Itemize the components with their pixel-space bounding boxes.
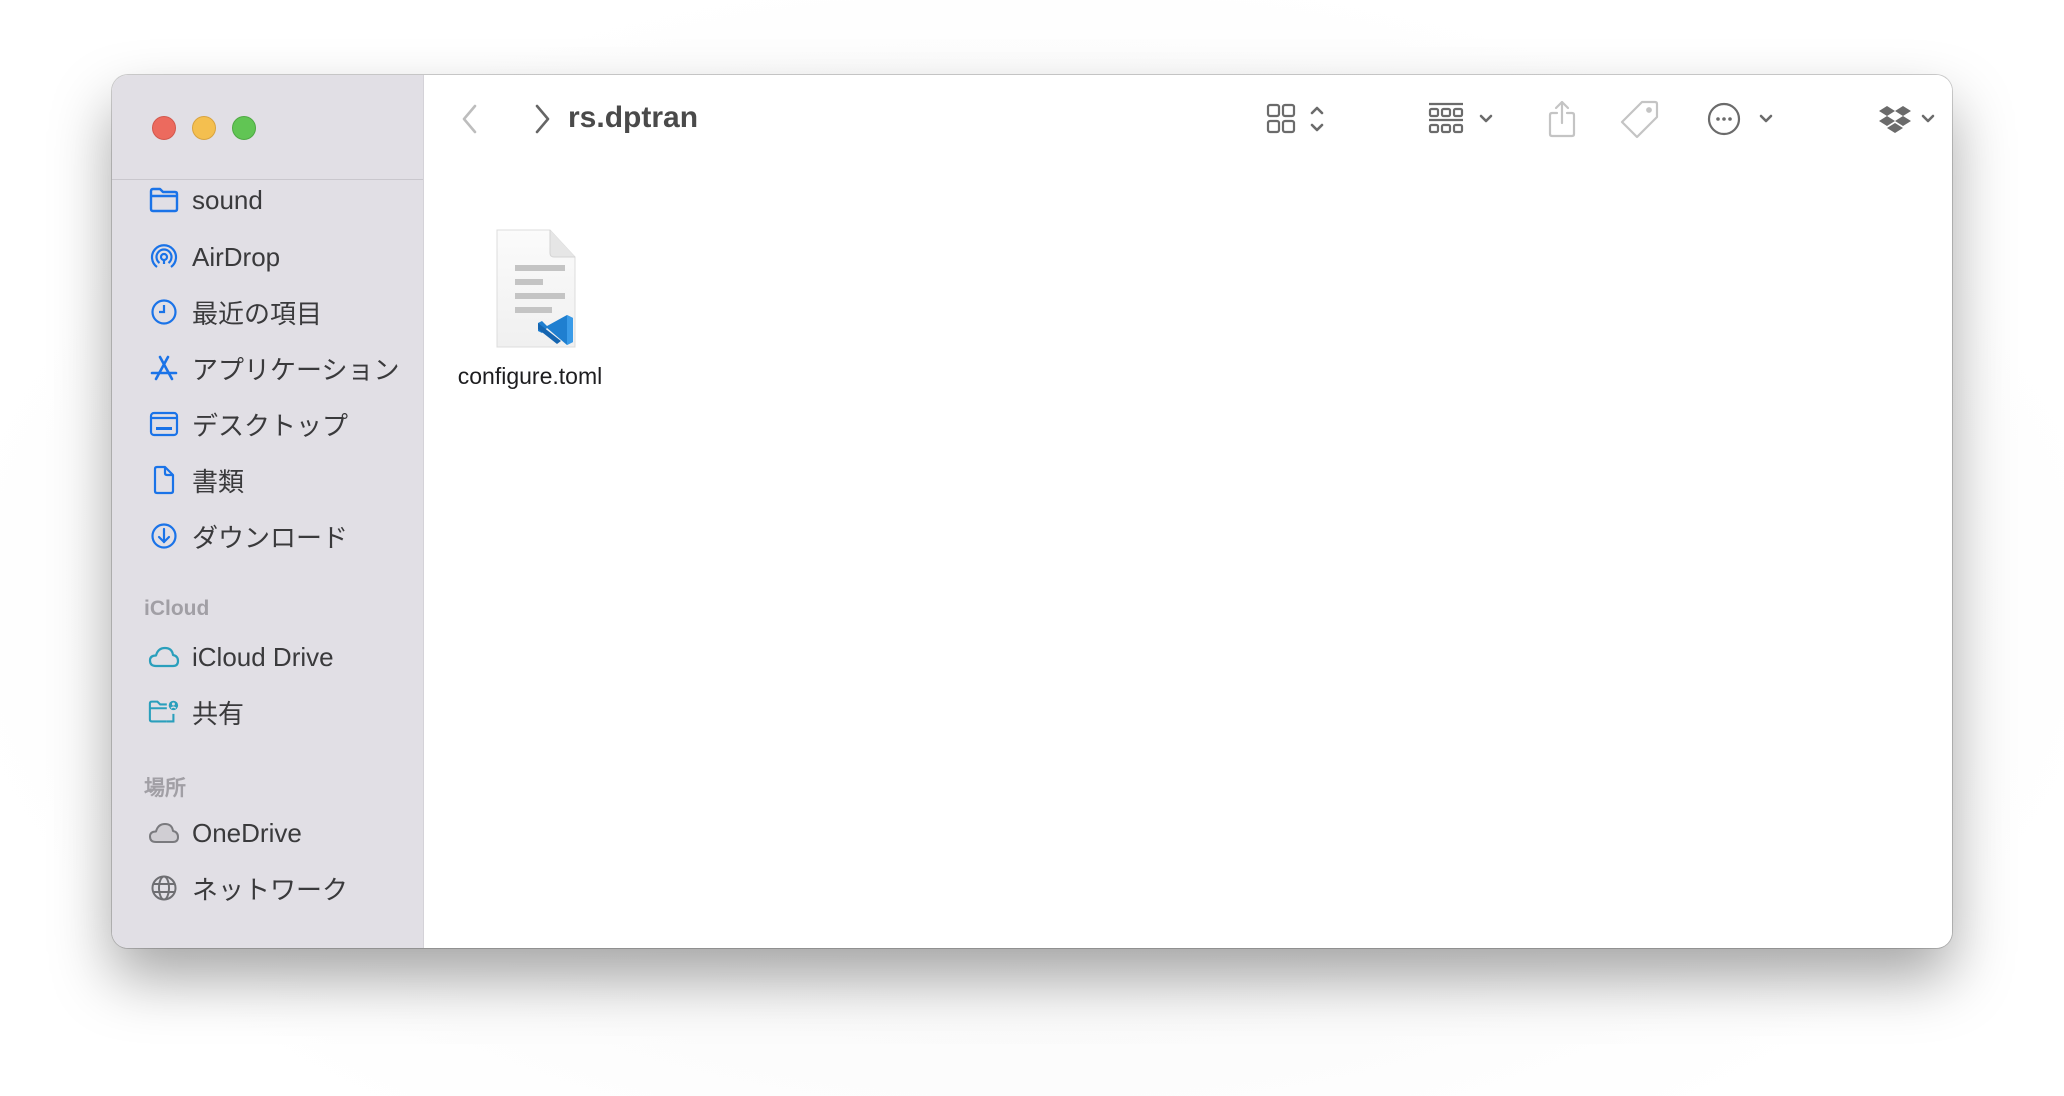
globe-icon	[148, 872, 180, 904]
sidebar-item-label: ダウンロード	[192, 522, 349, 553]
view-options-button[interactable]	[1258, 95, 1338, 143]
cloud-icon	[148, 641, 180, 673]
sidebar-item-label: 書類	[192, 466, 245, 497]
main-content: rs.dptran configure.toml	[424, 75, 1952, 948]
sidebar-item-label: AirDrop	[192, 241, 281, 272]
share-button[interactable]	[1542, 95, 1582, 143]
close-button[interactable]	[152, 116, 176, 140]
sidebar-item-network[interactable]: ネットワーク	[112, 864, 423, 912]
onedrive-cloud-icon	[148, 817, 180, 849]
sidebar-item-recents[interactable]: 最近の項目	[112, 288, 423, 336]
icon-grid-view-icon	[1266, 102, 1330, 136]
vscode-document-icon	[475, 225, 585, 355]
sidebar-item-shared[interactable]: 共有	[112, 688, 423, 736]
section-header-locations: 場所	[144, 777, 186, 800]
desktop-icon	[148, 408, 180, 440]
group-by-icon	[1427, 102, 1501, 136]
finder-window: sound AirDrop 最近の項目 アプリケーション デスクトップ 書類 ダ…	[112, 75, 1952, 948]
window-title: rs.dptran	[568, 101, 699, 134]
sidebar-item-downloads[interactable]: ダウンロード	[112, 512, 423, 560]
dropbox-icon	[1879, 102, 1943, 136]
chevron-left-icon	[460, 103, 480, 135]
sidebar-item-onedrive[interactable]: OneDrive	[112, 809, 423, 857]
group-by-button[interactable]	[1424, 95, 1504, 143]
document-icon	[148, 464, 180, 496]
sidebar-item-desktop[interactable]: デスクトップ	[112, 400, 423, 448]
sidebar-item-label: ネットワーク	[192, 874, 349, 905]
sidebar-item-airdrop[interactable]: AirDrop	[112, 233, 423, 281]
sidebar-item-documents[interactable]: 書類	[112, 456, 423, 504]
sidebar-item-label: iCloud Drive	[192, 641, 334, 672]
download-icon	[148, 520, 180, 552]
section-header-icloud: iCloud	[144, 597, 210, 620]
file-name: configure.toml	[457, 363, 603, 389]
sidebar-item-label: デスクトップ	[192, 410, 349, 441]
clock-icon	[148, 296, 180, 328]
sidebar-item-label: sound	[192, 184, 263, 215]
zoom-button[interactable]	[232, 116, 256, 140]
back-button[interactable]	[452, 95, 488, 143]
sidebar-item-label: 最近の項目	[192, 298, 323, 329]
sidebar-item-applications[interactable]: アプリケーション	[112, 344, 423, 392]
dropbox-button[interactable]	[1876, 95, 1946, 143]
file-item[interactable]: configure.toml	[450, 225, 610, 390]
chevron-right-icon	[532, 103, 552, 135]
sidebar-item-label: OneDrive	[192, 817, 302, 848]
sidebar-item-label: アプリケーション	[192, 354, 400, 385]
forward-button[interactable]	[524, 95, 560, 143]
sidebar-item-label: 共有	[192, 698, 245, 729]
tags-button[interactable]	[1618, 95, 1662, 143]
minimize-button[interactable]	[192, 116, 216, 140]
airdrop-icon	[148, 241, 180, 273]
sidebar-item-icloud-drive[interactable]: iCloud Drive	[112, 633, 423, 681]
ellipsis-circle-icon	[1707, 101, 1781, 137]
applications-icon	[148, 352, 180, 384]
tag-icon	[1620, 99, 1660, 139]
sidebar-item-sound[interactable]: sound	[112, 176, 423, 224]
sidebar: sound AirDrop 最近の項目 アプリケーション デスクトップ 書類 ダ…	[112, 75, 424, 948]
share-icon	[1547, 99, 1577, 139]
folder-icon	[148, 184, 180, 216]
shared-folder-icon	[148, 696, 180, 728]
action-menu-button[interactable]	[1704, 95, 1784, 143]
